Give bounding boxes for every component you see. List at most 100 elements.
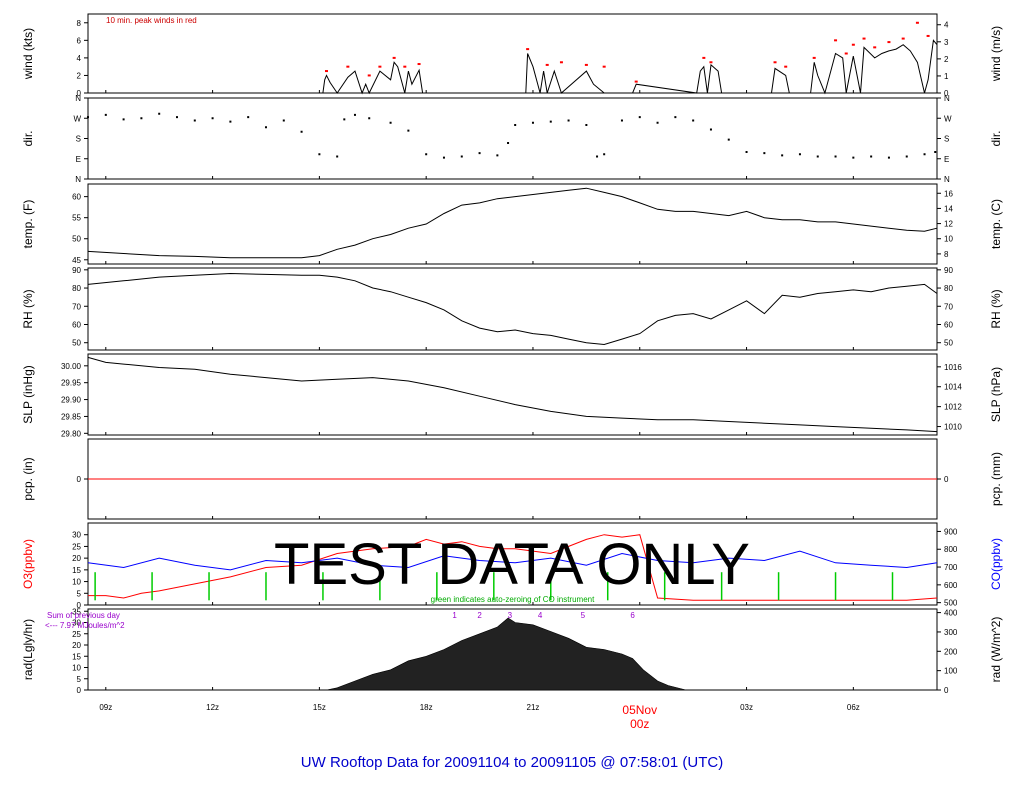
dir-point (620, 119, 623, 122)
y-right-tick-label: N (944, 94, 950, 103)
y-right-tick-label: 10 (944, 235, 953, 244)
peak-wind-point (812, 56, 816, 59)
dir-point (87, 116, 89, 119)
y-right-tick-label: 300 (944, 628, 958, 637)
y-tick-label: 45 (72, 256, 81, 265)
rad-hour-marker: 1 (452, 611, 457, 620)
y-right-axis-label: SLP (hPa) (989, 367, 1003, 422)
y-tick-label: 50 (72, 339, 81, 348)
y-right-tick-label: 1010 (944, 423, 962, 432)
y-right-tick-label: W (944, 114, 952, 123)
dir-point (905, 155, 908, 158)
dir-point (887, 156, 890, 159)
y-axis-label: dir. (21, 130, 35, 146)
y-tick-label: 2 (77, 71, 82, 80)
dir-point (585, 124, 588, 126)
y-axis-label: wind (kts) (21, 28, 35, 80)
x-tick-label: 18z (420, 703, 433, 712)
dir-point (507, 142, 510, 144)
radiation-area (88, 617, 937, 691)
y-right-tick-label: 400 (944, 609, 958, 618)
y-tick-label: 55 (72, 214, 81, 223)
y-right-axis-label: pcp. (mm) (989, 452, 1003, 506)
x-tick-label: 03z (740, 703, 753, 712)
peak-wind-point (325, 70, 329, 73)
y-tick-label: 4 (77, 54, 82, 63)
y-tick-label: 10 (72, 664, 81, 673)
peak-wind-point (873, 46, 877, 49)
x-tick-label: 12z (206, 703, 219, 712)
y-axis-label: SLP (inHg) (21, 365, 35, 423)
y-right-tick-label: E (944, 155, 949, 164)
peak-wind-point (709, 61, 713, 64)
panel-frame (87, 183, 938, 265)
x-tick-label: 15z (313, 703, 326, 712)
panel-temp (84, 183, 941, 265)
y-tick-label: 29.80 (61, 429, 82, 438)
dir-point (496, 154, 499, 157)
y-right-tick-label: 14 (944, 204, 953, 213)
watermark: TEST DATA ONLY (274, 532, 750, 597)
peak-wind-point (378, 65, 382, 68)
panel-dir (84, 97, 941, 180)
dir-point (175, 116, 178, 119)
y-right-axis-label: rad (W/m^2) (989, 617, 1003, 683)
y-tick-label: 90 (72, 266, 81, 275)
panel-frame (87, 13, 938, 94)
y-right-tick-label: 8 (944, 250, 949, 259)
dir-point (763, 152, 766, 155)
y-right-tick-label: 50 (944, 339, 953, 348)
panel-frame (87, 267, 938, 351)
dir-point (656, 121, 659, 124)
y-tick-label: 25 (72, 542, 81, 551)
dir-point (343, 118, 346, 121)
peak-wind-point (602, 65, 606, 68)
dir-point (638, 116, 641, 119)
dir-point (140, 117, 143, 120)
peak-wind-point (702, 56, 706, 59)
dir-point (211, 117, 214, 120)
peak-wind-point (844, 52, 848, 55)
wind-note: 10 min. peak winds in red (106, 16, 197, 25)
rad-hour-marker: 6 (630, 611, 635, 620)
y-tick-label: 15 (72, 566, 81, 575)
dir-point (300, 130, 303, 133)
peak-wind-point (834, 39, 838, 42)
y-tick-label: 6 (77, 36, 82, 45)
y-tick-label: 30 (72, 531, 81, 540)
y-axis-label: rad(Lgly/hr) (21, 619, 35, 680)
y-right-axis-label: CO(ppbv) (989, 538, 1003, 590)
y-tick-label: 20 (72, 641, 81, 650)
peak-wind-point (417, 63, 421, 66)
rad-hour-marker: 3 (508, 611, 513, 620)
peak-wind-point (545, 63, 549, 66)
y-right-axis-label: RH (%) (989, 289, 1003, 328)
x-tick-label: 21z (527, 703, 540, 712)
y-right-tick-label: 1016 (944, 363, 962, 372)
x-tick-label: 06z (847, 703, 860, 712)
y-right-tick-label: 600 (944, 581, 958, 590)
y-tick-label: 8 (77, 19, 82, 28)
panel-slp (84, 353, 941, 436)
chart: 0246801234wind (kts) wind (m/s)10 min. pe… (21, 13, 1003, 771)
y-right-tick-label: 1014 (944, 383, 962, 392)
y-tick-label: 10 (72, 578, 81, 587)
y-right-tick-label: 80 (944, 284, 953, 293)
x-tick-label-sub: 00z (630, 717, 649, 731)
y-tick-label: 15 (72, 652, 81, 661)
y-tick-label: 0 (77, 686, 82, 695)
dir-point (603, 153, 606, 156)
y-right-tick-label: 700 (944, 563, 958, 572)
dir-point (567, 119, 570, 122)
y-tick-label: N (75, 94, 81, 103)
dir-point (389, 121, 392, 124)
peak-wind-point (862, 37, 866, 40)
peak-wind-point (901, 37, 905, 40)
y-axis-label: temp. (F) (21, 200, 35, 249)
y-tick-label: 60 (72, 320, 81, 329)
series-line-slp (87, 356, 938, 433)
dir-point (282, 119, 285, 122)
dir-point (353, 113, 356, 116)
y-right-tick-label: 200 (944, 647, 958, 656)
y-right-tick-label: S (944, 135, 949, 144)
